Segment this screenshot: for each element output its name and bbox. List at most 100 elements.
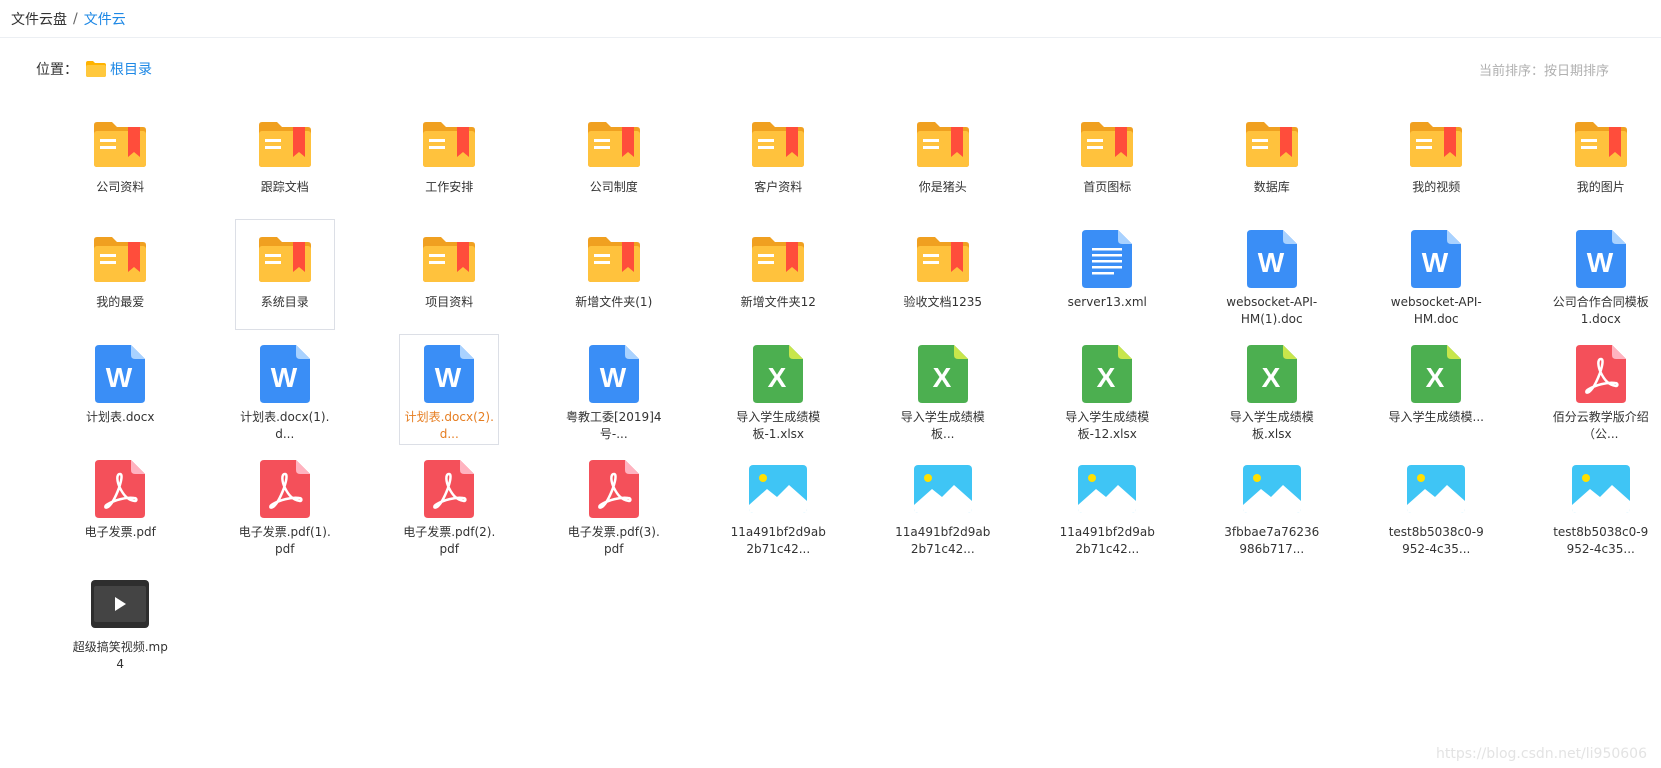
file-item[interactable]: 新增文件夹12 — [728, 219, 828, 330]
file-item[interactable]: 电子发票.pdf(1).pdf — [235, 449, 335, 560]
file-name: websocket-API-HM(1).doc — [1226, 295, 1318, 326]
file-cell: 3fbbae7a76236986b717... — [1190, 449, 1355, 564]
file-item[interactable]: X 导入学生成绩模板-12.xlsx — [1057, 334, 1157, 445]
file-cell: server13.xml — [1025, 219, 1190, 334]
file-name: 3fbbae7a76236986b717... — [1224, 525, 1320, 556]
pdf-icon — [417, 456, 481, 522]
file-cell: 11a491bf2d9ab2b71c42... — [861, 449, 1026, 564]
file-cell: test8b5038c0-9952-4c35... — [1519, 449, 1661, 564]
folder-icon — [582, 226, 646, 292]
breadcrumb-current[interactable]: 文件云 — [84, 9, 126, 29]
file-name: 超级搞笑视频.mp4 — [72, 640, 168, 671]
file-name: 电子发票.pdf(2).pdf — [403, 525, 496, 556]
sort-indicator[interactable]: 当前排序：按日期排序 — [1479, 60, 1609, 79]
file-item[interactable]: 系统目录 — [234, 219, 335, 330]
svg-text:X: X — [768, 362, 787, 393]
file-cell: X 导入学生成绩模板... — [861, 334, 1026, 449]
file-item[interactable]: 佰分云教学版介绍（公... — [1551, 334, 1651, 445]
file-grid: 公司资料 跟踪文档 工作安排 公司制度 客户资料 你是猪头 首页图标 数据库 我… — [38, 104, 1661, 679]
file-item[interactable]: 11a491bf2d9ab2b71c42... — [893, 449, 993, 560]
file-item[interactable]: W 计划表.docx — [70, 334, 170, 445]
file-cell: 新增文件夹(1) — [532, 219, 697, 334]
file-item[interactable]: 我的视频 — [1386, 104, 1486, 215]
file-item[interactable]: W websocket-API-HM.doc — [1386, 219, 1486, 330]
file-item[interactable]: 电子发票.pdf — [70, 449, 170, 560]
file-item[interactable]: 公司资料 — [70, 104, 170, 215]
image-icon — [1569, 456, 1633, 522]
file-cell: W 计划表.docx(1).d... — [203, 334, 368, 449]
file-cell: 项目资料 — [367, 219, 532, 334]
breadcrumb: 文件云盘 / 文件云 — [0, 0, 1661, 38]
file-item[interactable]: 11a491bf2d9ab2b71c42... — [1057, 449, 1157, 560]
video-icon — [88, 571, 152, 637]
file-item[interactable]: 新增文件夹(1) — [564, 219, 664, 330]
location-bar: 位置： 根目录 当前排序：按日期排序 — [36, 56, 1625, 82]
text-file-icon — [1075, 226, 1139, 292]
file-cell: 客户资料 — [696, 104, 861, 219]
file-item[interactable]: 11a491bf2d9ab2b71c42... — [728, 449, 828, 560]
file-item[interactable]: W websocket-API-HM(1).doc — [1222, 219, 1322, 330]
svg-text:W: W — [271, 362, 298, 393]
excel-icon: X — [911, 341, 975, 407]
file-name: 公司资料 — [96, 180, 145, 194]
svg-text:W: W — [1587, 247, 1614, 278]
file-item[interactable]: W 计划表.docx(2).d... — [399, 334, 500, 445]
folder-icon — [86, 61, 106, 77]
excel-icon: X — [1240, 341, 1304, 407]
file-cell: 电子发票.pdf(2).pdf — [367, 449, 532, 564]
file-item[interactable]: W 计划表.docx(1).d... — [235, 334, 335, 445]
svg-text:W: W — [600, 362, 627, 393]
file-cell: 新增文件夹12 — [696, 219, 861, 334]
file-item[interactable]: X 导入学生成绩模... — [1386, 334, 1486, 445]
folder-icon — [911, 111, 975, 177]
file-name: 电子发票.pdf(3).pdf — [567, 525, 660, 556]
file-item[interactable]: test8b5038c0-9952-4c35... — [1551, 449, 1651, 560]
file-item[interactable]: 验收文档1235 — [893, 219, 993, 330]
file-item[interactable]: 数据库 — [1222, 104, 1322, 215]
file-cell: W 计划表.docx — [38, 334, 203, 449]
file-cell: 首页图标 — [1025, 104, 1190, 219]
file-name: 电子发票.pdf — [84, 525, 156, 539]
excel-icon: X — [1404, 341, 1468, 407]
file-cell: 数据库 — [1190, 104, 1355, 219]
image-icon — [1404, 456, 1468, 522]
file-name: test8b5038c0-9952-4c35... — [1553, 525, 1649, 556]
file-item[interactable]: 我的最爱 — [70, 219, 170, 330]
file-item[interactable]: W 粤教工委[2019]4号-... — [564, 334, 664, 445]
file-item[interactable]: 电子发票.pdf(3).pdf — [564, 449, 664, 560]
location-root-link[interactable]: 根目录 — [110, 59, 152, 79]
file-item[interactable]: 公司制度 — [564, 104, 664, 215]
file-name: 导入学生成绩模板-1.xlsx — [736, 410, 821, 441]
pdf-icon — [1569, 341, 1633, 407]
file-item[interactable]: 超级搞笑视频.mp4 — [70, 564, 170, 675]
file-item[interactable]: X 导入学生成绩模板... — [893, 334, 993, 445]
file-item[interactable]: X 导入学生成绩模板.xlsx — [1222, 334, 1322, 445]
file-cell: X 导入学生成绩模板.xlsx — [1190, 334, 1355, 449]
file-item[interactable]: 你是猪头 — [893, 104, 993, 215]
location-label: 位置： — [36, 62, 78, 78]
excel-icon: X — [1075, 341, 1139, 407]
file-item[interactable]: 工作安排 — [399, 104, 499, 215]
breadcrumb-root[interactable]: 文件云盘 — [11, 9, 67, 29]
folder-icon — [88, 111, 152, 177]
file-item[interactable]: 跟踪文档 — [235, 104, 335, 215]
file-item[interactable]: 首页图标 — [1057, 104, 1157, 215]
svg-text:W: W — [1422, 247, 1449, 278]
file-item[interactable]: 我的图片 — [1551, 104, 1651, 215]
pdf-icon — [88, 456, 152, 522]
file-item[interactable]: 3fbbae7a76236986b717... — [1222, 449, 1322, 560]
file-item[interactable]: test8b5038c0-9952-4c35... — [1386, 449, 1486, 560]
file-cell: 公司资料 — [38, 104, 203, 219]
folder-icon — [746, 226, 810, 292]
file-name: 数据库 — [1253, 180, 1290, 194]
folder-icon — [88, 226, 152, 292]
file-item[interactable]: W 公司合作合同模板1.docx — [1551, 219, 1651, 330]
file-item[interactable]: X 导入学生成绩模板-1.xlsx — [728, 334, 828, 445]
file-cell: 公司制度 — [532, 104, 697, 219]
file-item[interactable]: 电子发票.pdf(2).pdf — [399, 449, 499, 560]
file-name: 导入学生成绩模板-12.xlsx — [1065, 410, 1150, 441]
file-item[interactable]: server13.xml — [1057, 219, 1157, 330]
file-item[interactable]: 客户资料 — [728, 104, 828, 215]
pdf-icon — [582, 456, 646, 522]
file-item[interactable]: 项目资料 — [399, 219, 499, 330]
